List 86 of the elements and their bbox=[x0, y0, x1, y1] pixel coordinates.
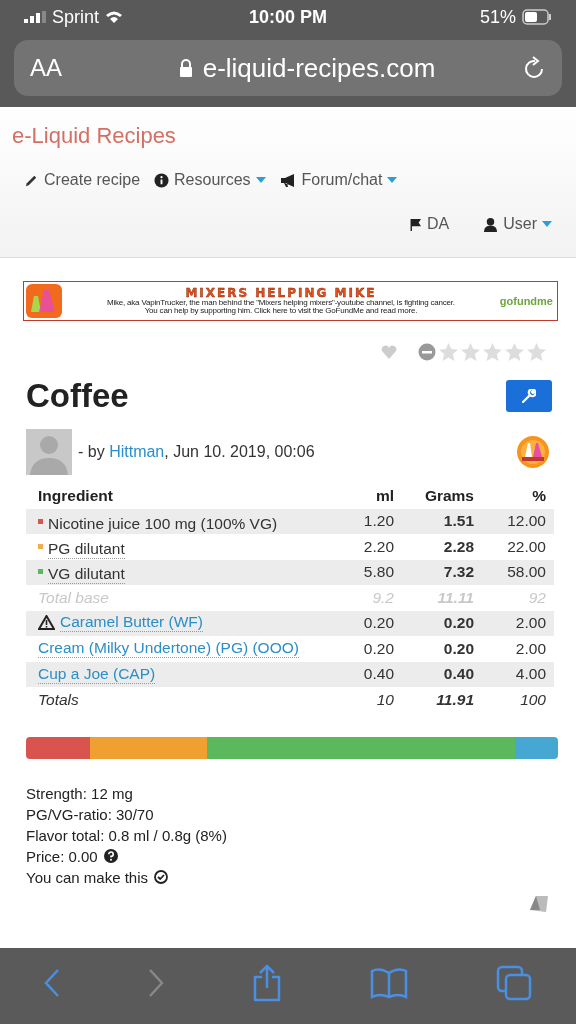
star-rating[interactable] bbox=[439, 343, 546, 361]
wifi-icon bbox=[105, 10, 124, 24]
stat-text: Price: 0.00 bbox=[26, 847, 98, 865]
nav-link[interactable]: Resources bbox=[154, 171, 266, 189]
table-cell-text: 100 bbox=[519, 690, 546, 709]
ingredient-name: Nicotine juice 100 mg (100% VG) bbox=[48, 514, 278, 533]
donation-banner[interactable] bbox=[23, 281, 558, 321]
column-header: ml bbox=[374, 486, 394, 505]
author-link[interactable]: Hittman bbox=[109, 443, 165, 460]
table-cell-text: 0.20 bbox=[442, 614, 474, 633]
author-line: - by Hittman, Jun 10. 2019, 00:06 bbox=[78, 443, 316, 461]
star-icon[interactable] bbox=[461, 343, 480, 361]
recipe-title: Coffee bbox=[26, 377, 129, 415]
nav-link[interactable]: Create recipe bbox=[24, 171, 141, 189]
share-icon[interactable] bbox=[252, 964, 282, 1002]
avatar-icon bbox=[26, 429, 72, 475]
megaphone-icon bbox=[279, 172, 297, 188]
ingredient-name: VG dilutant bbox=[48, 565, 125, 585]
table-cell-text: 7.32 bbox=[442, 563, 474, 582]
table-cell-text: 22.00 bbox=[506, 537, 546, 556]
star-icon[interactable] bbox=[439, 343, 458, 361]
url-text: e-liquid-recipes.com bbox=[202, 52, 436, 84]
table-cell-text: 0.40 bbox=[442, 665, 474, 684]
stat-text: PG/VG-ratio: 30/70 bbox=[26, 805, 154, 823]
battery-percent: 51% bbox=[479, 6, 516, 28]
stat-text: You can make this bbox=[26, 868, 149, 886]
flask-logo-icon bbox=[26, 284, 62, 318]
table-cell-text: 0.20 bbox=[362, 639, 394, 658]
nav-link[interactable]: User bbox=[483, 215, 552, 233]
clear-rating-icon[interactable] bbox=[418, 343, 436, 361]
nav-link[interactable]: DA bbox=[408, 215, 450, 233]
flavor-link[interactable]: Cream (Milky Undertone) (PG) (OOO) bbox=[38, 639, 299, 659]
table-cell-text: 0.20 bbox=[362, 614, 394, 633]
tabs-icon[interactable] bbox=[496, 965, 532, 1001]
row-label: Totals bbox=[38, 690, 79, 709]
table-cell-text: 4.00 bbox=[514, 665, 546, 684]
reload-icon[interactable] bbox=[524, 56, 546, 80]
table-cell-text: 11.91 bbox=[435, 690, 474, 709]
table-cell-text: 2.28 bbox=[442, 537, 474, 556]
carrier-name: Sprint bbox=[52, 6, 100, 28]
back-icon[interactable] bbox=[44, 968, 60, 998]
help-icon[interactable] bbox=[103, 849, 118, 863]
table-cell-text: 10 bbox=[375, 690, 394, 709]
flag-icon bbox=[408, 216, 422, 232]
clock-time: 10:00 PM bbox=[248, 6, 327, 28]
column-header: Ingredient bbox=[38, 486, 114, 505]
table-cell-text: 2.20 bbox=[362, 537, 394, 556]
flavor-link[interactable]: Caramel Butter (WF) bbox=[60, 612, 203, 632]
flavor-link[interactable]: Cup a Joe (CAP) bbox=[38, 664, 156, 684]
lock-icon bbox=[178, 59, 193, 77]
tools-button[interactable] bbox=[506, 380, 552, 412]
table-cell-text: 5.80 bbox=[362, 563, 394, 582]
address-bar[interactable]: AA e-liquid-recipes.com bbox=[14, 40, 562, 96]
user-icon bbox=[483, 216, 499, 232]
banner-text: You can help by supporting him. Click here to visit the GoFundMe and read more. bbox=[144, 307, 418, 315]
column-header: Grams bbox=[423, 486, 474, 505]
battery-icon bbox=[522, 9, 552, 25]
check-circle-icon bbox=[154, 870, 169, 884]
table-cell-text: 58.00 bbox=[506, 563, 546, 582]
supporter-badge-icon bbox=[516, 435, 550, 469]
signal-icon bbox=[24, 11, 46, 23]
banner-text: Mike, aka VapinTrucker, the man behind the "Mixers helping mixers"-youtube channel, is fighting cancer. bbox=[106, 299, 455, 307]
text-size-button[interactable]: AA bbox=[30, 54, 90, 82]
table-cell-text: 2.00 bbox=[514, 639, 546, 658]
table-cell-text: 2.00 bbox=[514, 614, 546, 633]
wrench-icon bbox=[522, 389, 536, 403]
table-cell-text: 12.00 bbox=[506, 512, 546, 531]
site-logo-text[interactable]: e-Liquid Recipes bbox=[12, 123, 176, 149]
banner-title: MIXERS HELPING MIKE bbox=[185, 287, 377, 299]
bookmarks-icon[interactable] bbox=[370, 967, 408, 999]
stat-text: Strength: 12 mg bbox=[26, 784, 133, 802]
star-icon[interactable] bbox=[527, 343, 546, 361]
table-cell-text: 1.51 bbox=[442, 512, 474, 531]
nav-link[interactable]: Forum/chat bbox=[279, 171, 398, 189]
table-cell-text: 0.20 bbox=[442, 639, 474, 658]
star-icon[interactable] bbox=[505, 343, 524, 361]
stat-text: Flavor total: 0.8 ml / 0.8g (8%) bbox=[26, 826, 227, 844]
gofundme-logo: gofundme bbox=[499, 295, 554, 307]
notepad-icon[interactable] bbox=[528, 893, 550, 914]
column-header: % bbox=[531, 486, 546, 505]
heart-icon[interactable] bbox=[381, 345, 397, 359]
star-icon[interactable] bbox=[483, 343, 502, 361]
table-cell-text: 1.20 bbox=[362, 512, 394, 531]
table-cell-text: 0.40 bbox=[362, 665, 394, 684]
info-icon bbox=[154, 172, 170, 188]
ingredient-name: PG dilutant bbox=[48, 539, 125, 559]
